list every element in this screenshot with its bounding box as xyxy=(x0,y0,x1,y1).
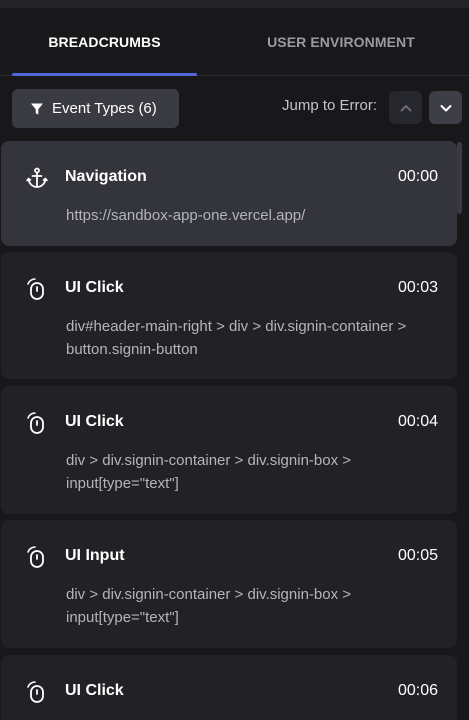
breadcrumbs-panel: BREADCRUMBS USER ENVIRONMENT Event Types… xyxy=(0,0,469,720)
previous-error-button[interactable] xyxy=(389,91,422,124)
breadcrumb-event-card[interactable]: Navigation 00:00 https://sandbox-app-one… xyxy=(1,141,457,246)
event-timestamp: 00:06 xyxy=(397,682,438,699)
anchor-icon xyxy=(26,167,48,188)
breadcrumb-event-card[interactable]: UI Click 00:06 xyxy=(1,655,457,720)
active-tab-indicator xyxy=(12,73,197,76)
event-timestamp: 00:05 xyxy=(397,547,438,564)
event-timestamp: 00:03 xyxy=(397,279,438,296)
event-title: UI Click xyxy=(65,413,124,430)
chevron-up-icon xyxy=(400,104,411,111)
mouse-click-icon xyxy=(27,412,44,434)
chevron-down-icon xyxy=(440,104,451,111)
tab-breadcrumbs[interactable]: BREADCRUMBS xyxy=(12,8,197,76)
scrollbar-thumb[interactable] xyxy=(457,142,462,214)
breadcrumb-event-card[interactable]: UI Click 00:04 div > div.signin-containe… xyxy=(1,386,457,514)
event-detail: https://sandbox-app-one.vercel.app/ xyxy=(66,207,306,224)
mouse-click-icon xyxy=(27,546,44,568)
event-timestamp: 00:00 xyxy=(397,168,438,185)
tab-user-environment[interactable]: USER ENVIRONMENT xyxy=(226,8,456,76)
next-error-button[interactable] xyxy=(429,91,462,124)
event-detail: div > div.signin-container > div.signin-… xyxy=(66,586,352,626)
event-title: UI Click xyxy=(65,682,124,699)
event-types-filter-button[interactable]: Event Types (6) xyxy=(12,89,179,128)
mouse-click-icon xyxy=(27,278,44,300)
breadcrumb-event-card[interactable]: UI Input 00:05 div > div.signin-containe… xyxy=(1,520,457,648)
breadcrumb-event-card[interactable]: UI Click 00:03 div#header-main-right > d… xyxy=(1,252,457,379)
event-title: Navigation xyxy=(65,168,147,185)
event-detail: div > div.signin-container > div.signin-… xyxy=(66,452,352,492)
event-detail: div#header-main-right > div > div.signin… xyxy=(66,318,407,358)
filter-icon xyxy=(31,103,43,114)
mouse-click-icon xyxy=(27,681,44,703)
event-title: UI Input xyxy=(65,547,125,564)
top-strip xyxy=(0,0,469,8)
event-title: UI Click xyxy=(65,279,124,296)
tab-bar: BREADCRUMBS USER ENVIRONMENT xyxy=(0,8,469,76)
event-timestamp: 00:04 xyxy=(397,413,438,430)
jump-to-error-label: Jump to Error: xyxy=(282,97,378,114)
event-types-label: Event Types (6) xyxy=(52,100,157,117)
